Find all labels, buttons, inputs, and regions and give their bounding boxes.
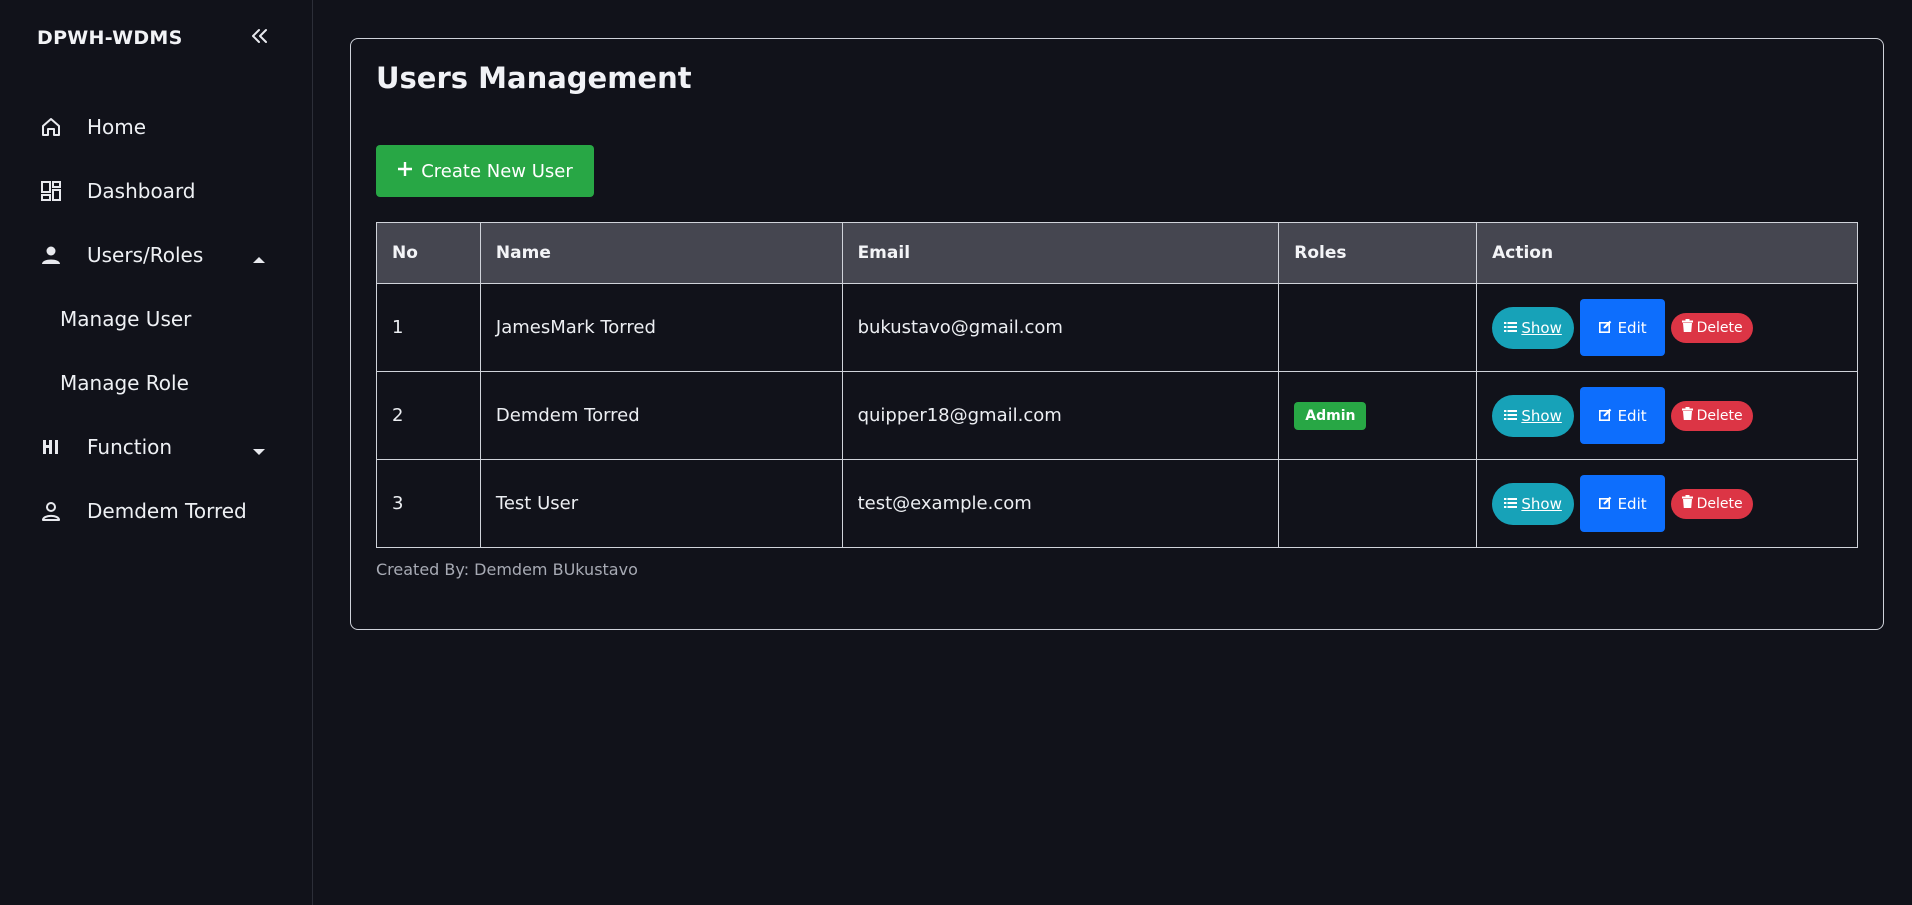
cell-no: 3: [376, 459, 481, 548]
sidebar-item-label: Users/Roles: [87, 243, 204, 267]
cell-actions: Show Edit Delete: [1476, 283, 1858, 372]
cell-name: Demdem Torred: [479, 371, 843, 460]
sidebar-item-function[interactable]: Function: [0, 415, 313, 479]
show-label: Show: [1521, 318, 1562, 337]
profile-icon: [38, 498, 64, 524]
table-row: 2 Demdem Torred quipper18@gmail.com Admi…: [376, 371, 1858, 460]
header-roles: Roles: [1278, 222, 1478, 284]
header-action: Action: [1476, 222, 1858, 284]
delete-label: Delete: [1696, 407, 1743, 424]
cell-name: Test User: [479, 459, 843, 548]
delete-label: Delete: [1696, 495, 1743, 512]
edit-label: Edit: [1617, 318, 1647, 337]
cell-email: quipper18@gmail.com: [841, 371, 1280, 460]
sidebar-item-label: Manage User: [60, 307, 192, 331]
role-badge: Admin: [1294, 401, 1367, 430]
header-name: Name: [479, 222, 843, 284]
plus-icon: [397, 161, 413, 182]
edit-icon: [1598, 319, 1612, 337]
delete-button[interactable]: Delete: [1671, 312, 1754, 343]
cell-actions: Show Edit Delete: [1476, 459, 1858, 548]
trash-icon: [1681, 319, 1693, 336]
show-button[interactable]: Show: [1492, 306, 1575, 349]
user-icon: [38, 242, 64, 268]
create-user-button[interactable]: Create New User: [376, 145, 594, 197]
delete-label: Delete: [1696, 319, 1743, 336]
sidebar-item-label: Manage Role: [60, 371, 189, 395]
brand-title: DPWH-WDMS: [37, 27, 183, 49]
trash-icon: [1681, 407, 1693, 424]
delete-button[interactable]: Delete: [1671, 400, 1754, 431]
show-label: Show: [1521, 494, 1562, 513]
cell-roles: Admin: [1278, 371, 1478, 460]
trash-icon: [1681, 495, 1693, 512]
collapse-sidebar-icon[interactable]: [248, 24, 272, 48]
sidebar-item-manage-role[interactable]: Manage Role: [0, 351, 313, 415]
sidebar-item-home[interactable]: Home: [0, 95, 313, 159]
edit-label: Edit: [1617, 494, 1647, 513]
edit-button[interactable]: Edit: [1580, 299, 1666, 356]
cell-actions: Show Edit Delete: [1476, 371, 1858, 460]
sidebar-item-label: Function: [87, 435, 173, 459]
edit-icon: [1598, 407, 1612, 425]
table-header-row: No Name Email Roles Action: [376, 222, 1858, 284]
edit-button[interactable]: Edit: [1580, 475, 1666, 532]
list-icon: [1504, 319, 1518, 337]
sidebar-item-profile[interactable]: Demdem Torred: [0, 479, 313, 543]
cell-name: JamesMark Torred: [479, 283, 843, 372]
cell-email: test@example.com: [841, 459, 1280, 548]
list-icon: [1504, 407, 1518, 425]
caret-down-icon: [252, 442, 266, 455]
cell-no: 1: [376, 283, 481, 372]
create-user-label: Create New User: [421, 160, 573, 182]
sidebar-item-label: Home: [87, 115, 147, 139]
page-title: Users Management: [376, 61, 692, 95]
created-by-note: Created By: Demdem BUkustavo: [376, 560, 638, 579]
sidebar-nav: Home Dashboard Users/Roles Manage User M…: [0, 95, 313, 543]
cell-roles: [1278, 459, 1478, 548]
header-email: Email: [841, 222, 1280, 284]
table-row: 3 Test User test@example.com Show Edit D…: [376, 459, 1858, 548]
sidebar-item-users-roles[interactable]: Users/Roles: [0, 223, 313, 287]
show-button[interactable]: Show: [1492, 482, 1575, 525]
users-table: No Name Email Roles Action 1 JamesMark T…: [376, 222, 1858, 548]
sidebar-item-manage-user[interactable]: Manage User: [0, 287, 313, 351]
show-button[interactable]: Show: [1492, 394, 1575, 437]
cell-email: bukustavo@gmail.com: [841, 283, 1280, 372]
users-card: Users Management Create New User No Name…: [350, 38, 1884, 630]
edit-button[interactable]: Edit: [1580, 387, 1666, 444]
sidebar: DPWH-WDMS Home Dashboard Users/Roles Man…: [0, 0, 313, 905]
show-label: Show: [1521, 406, 1562, 425]
list-icon: [1504, 495, 1518, 513]
edit-label: Edit: [1617, 406, 1647, 425]
edit-icon: [1598, 495, 1612, 513]
table-row: 1 JamesMark Torred bukustavo@gmail.com S…: [376, 283, 1858, 372]
caret-up-icon: [252, 250, 266, 263]
cell-no: 2: [376, 371, 481, 460]
sidebar-item-label: Dashboard: [87, 179, 196, 203]
function-icon: [38, 434, 64, 460]
dashboard-icon: [38, 178, 64, 204]
cell-roles: [1278, 283, 1478, 372]
header-no: No: [376, 222, 481, 284]
delete-button[interactable]: Delete: [1671, 488, 1754, 519]
home-icon: [38, 114, 64, 140]
sidebar-item-dashboard[interactable]: Dashboard: [0, 159, 313, 223]
sidebar-item-label: Demdem Torred: [87, 499, 247, 523]
